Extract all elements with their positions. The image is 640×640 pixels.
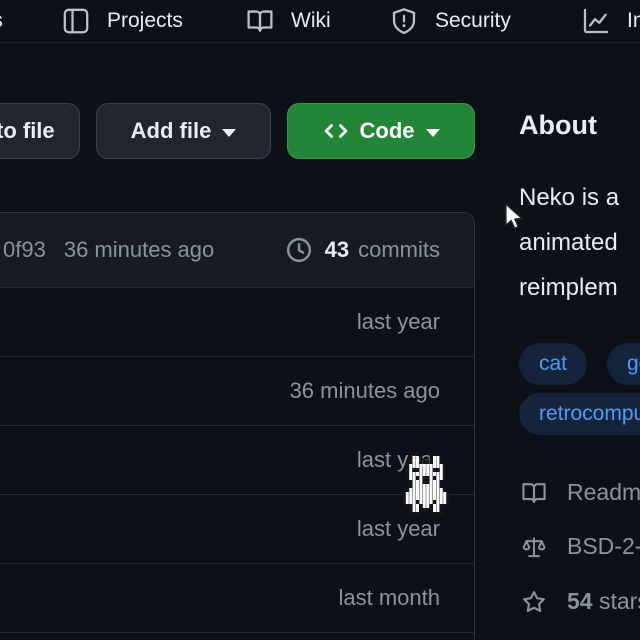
github-repo-page: Actions Projects Wiki Security <box>0 0 640 640</box>
topic-tag-retrocomputing[interactable]: retrocomputing <box>519 393 640 435</box>
readme-label: Readme <box>567 479 640 506</box>
chevron-down-icon <box>426 129 440 137</box>
commit-history-link[interactable]: 43 commits <box>285 236 440 264</box>
commits-count: 43 <box>325 237 349 263</box>
nav-label: Wiki <box>291 9 331 33</box>
go-to-file-label: Go to file <box>0 118 55 144</box>
project-icon <box>62 7 90 35</box>
go-to-file-button[interactable]: Go to file <box>0 103 80 159</box>
latest-commit-bar[interactable]: 0f93 36 minutes ago 43 commits <box>0 213 474 287</box>
law-scales-icon <box>521 534 547 560</box>
table-row[interactable]: last year <box>0 287 474 356</box>
nav-item-security[interactable]: Security <box>390 0 511 42</box>
topic-tag-cat[interactable]: cat <box>519 343 587 385</box>
nav-item-actions[interactable]: Actions <box>0 0 3 42</box>
file-table: 0f93 36 minutes ago 43 commits last year… <box>0 212 475 640</box>
history-clock-icon <box>285 236 313 264</box>
stars-link[interactable]: 54 stars <box>521 588 640 615</box>
code-icon <box>323 118 349 144</box>
file-updated-time[interactable]: last year <box>357 309 440 335</box>
nav-label: Insights <box>627 9 640 33</box>
neko-cat-sprite <box>399 448 402 452</box>
star-icon <box>521 589 547 615</box>
nav-item-projects[interactable]: Projects <box>62 0 183 42</box>
repo-tab-nav: Actions Projects Wiki Security <box>0 0 640 43</box>
table-row[interactable]: last month <box>0 563 474 632</box>
file-updated-time[interactable]: last month <box>339 585 441 611</box>
license-label: BSD-2-Clause license <box>567 533 640 560</box>
code-button[interactable]: Code <box>287 103 475 159</box>
table-row[interactable]: last year <box>0 425 474 494</box>
nav-item-wiki[interactable]: Wiki <box>246 0 331 42</box>
code-label: Code <box>360 118 415 144</box>
commit-sha[interactable]: 0f93 <box>3 237 46 263</box>
book-icon <box>246 7 274 35</box>
stars-label: stars <box>599 588 640 614</box>
commit-time: 36 minutes ago <box>64 237 214 263</box>
latest-commit-info: 0f93 36 minutes ago <box>3 237 214 263</box>
nav-label: Projects <box>107 9 183 33</box>
book-icon <box>521 480 547 506</box>
about-description-line: reimplem <box>519 274 618 302</box>
license-link[interactable]: BSD-2-Clause license <box>521 533 640 560</box>
table-row[interactable] <box>0 632 474 640</box>
commits-label: commits <box>358 237 440 263</box>
nav-item-insights[interactable]: Insights <box>582 0 640 42</box>
about-description-line: animated <box>519 229 618 257</box>
shield-exclamation-icon <box>390 7 418 35</box>
mouse-cursor-icon <box>503 202 527 232</box>
about-description-line: Neko is a <box>519 184 619 212</box>
add-file-button[interactable]: Add file <box>96 103 271 159</box>
chevron-down-icon <box>222 129 236 137</box>
table-row[interactable]: last year <box>0 494 474 563</box>
file-updated-time[interactable]: 36 minutes ago <box>290 378 440 404</box>
file-updated-time[interactable]: last year <box>357 516 440 542</box>
add-file-label: Add file <box>131 118 212 144</box>
topic-tag-golang[interactable]: golang <box>607 343 640 385</box>
nav-label: Actions <box>0 9 3 33</box>
stars-text: 54 stars <box>567 588 640 615</box>
about-heading: About <box>519 110 597 141</box>
nav-label: Security <box>435 9 511 33</box>
stars-count: 54 <box>567 588 593 614</box>
table-row[interactable]: 36 minutes ago <box>0 356 474 425</box>
readme-link[interactable]: Readme <box>521 479 640 506</box>
graph-icon <box>582 7 610 35</box>
